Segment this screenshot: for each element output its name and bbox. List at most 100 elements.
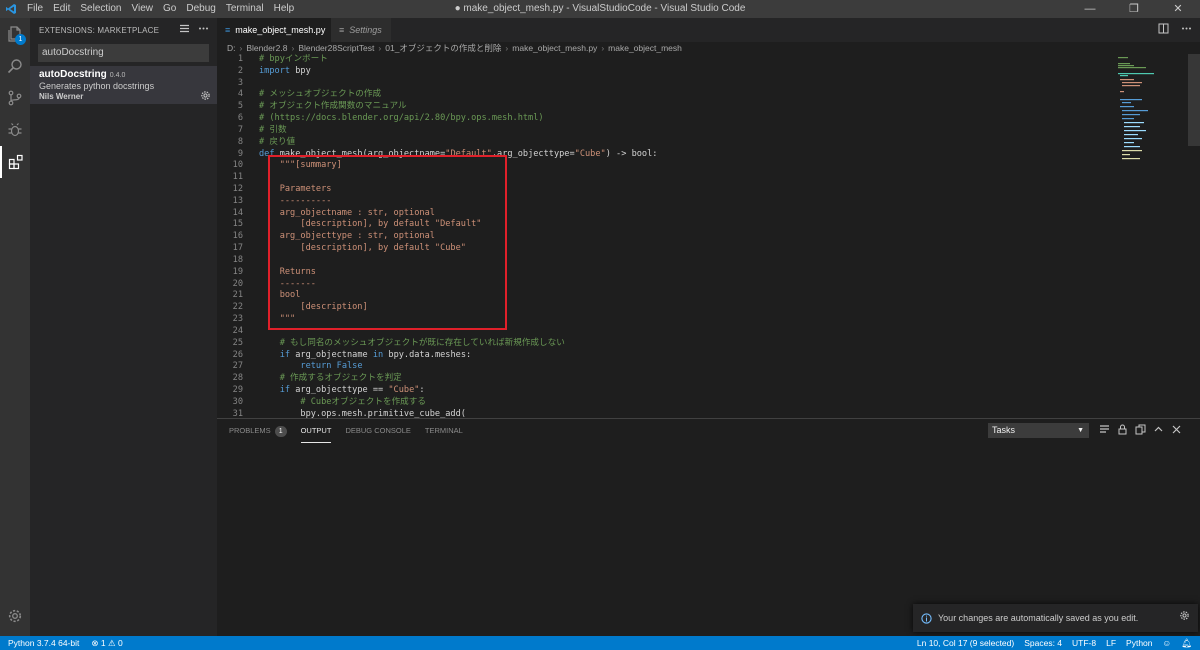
line-number: 25 [232,337,243,348]
notification-message: Your changes are automatically saved as … [938,613,1139,623]
source-control-icon [8,90,22,106]
line-number: 19 [232,266,243,277]
python-interpreter-status[interactable]: Python 3.7.4 64-bit [8,638,79,649]
code-line[interactable]: 4 # メッシュオブジェクトの作成 [217,89,1112,101]
debug-view-button[interactable] [0,114,30,146]
error-count: 1 [100,637,106,648]
filter-icon[interactable] [179,23,190,34]
extension-list-item[interactable]: autoDocstring 0.4.0 Generates python docs… [30,66,217,104]
tab-settings[interactable]: ≡ Settings [331,18,391,42]
window-controls: — ❐ ✕ [1068,0,1200,18]
cursor-position-status[interactable]: Ln 10, Col 17 (9 selected) [917,636,1014,650]
code-line[interactable]: 29 if arg_objecttype == "Cube": [217,385,1112,397]
code-line[interactable]: 30 # Cubeオブジェクトを作成する [217,397,1112,409]
code-line[interactable]: 27 return False [217,361,1112,373]
indentation-status[interactable]: Spaces: 4 [1024,636,1062,650]
line-number: 11 [232,172,243,183]
line-number: 14 [232,207,243,218]
info-icon [921,612,932,624]
menu-help[interactable]: Help [269,0,300,18]
menu-selection[interactable]: Selection [75,0,126,18]
line-text: return False [300,361,363,372]
more-actions-icon[interactable] [198,23,209,34]
code-line[interactable]: 26 if arg_objectname in bpy.data.meshes: [217,350,1112,362]
code-line[interactable]: 25 # もし同名のメッシュオブジェクトが既に存在していれば新規作成しない [217,338,1112,350]
close-window-button[interactable]: ✕ [1156,0,1200,18]
clear-output-icon[interactable] [1099,424,1110,435]
line-number: 21 [232,290,243,301]
line-number: 3 [237,77,243,88]
problems-count-badge: 1 [274,426,287,437]
search-view-button[interactable] [0,50,30,82]
minimize-button[interactable]: — [1068,0,1112,18]
split-editor-icon[interactable] [1158,23,1169,34]
vscode-logo-icon [0,0,22,18]
encoding-status[interactable]: UTF-8 [1072,636,1096,650]
tab-problems[interactable]: PROBLEMS 1 [229,419,287,443]
gear-icon [8,609,22,623]
status-bar: Python 3.7.4 64-bit ⊗ 1 ⚠ 0 Ln 10, Col 1… [0,636,1200,650]
explorer-button[interactable]: 1 [0,18,30,50]
restore-button[interactable]: ❐ [1112,0,1156,18]
breadcrumb-item[interactable]: Blender28ScriptTest [298,42,374,54]
source-control-button[interactable] [0,82,30,114]
minimap[interactable] [1112,54,1188,418]
code-line[interactable]: 7 # 引数 [217,125,1112,137]
line-text: # オブジェクト作成関数のマニュアル [259,101,407,112]
docstring-highlight-box [268,155,507,330]
breadcrumb-item[interactable]: make_object_mesh [608,42,682,54]
tab-make-object-mesh[interactable]: ≡ make_object_mesh.py [217,18,331,42]
extensions-view-button[interactable] [0,146,30,178]
menu-file[interactable]: File [22,0,48,18]
tab-label: PROBLEMS [229,426,271,435]
settings-gear-icon[interactable] [1179,610,1190,621]
line-text: # もし同名のメッシュオブジェクトが既に存在していれば新規作成しない [259,337,565,348]
lock-icon[interactable] [1117,424,1128,435]
code-line[interactable]: 2 import bpy [217,66,1112,78]
more-actions-icon[interactable] [1181,23,1192,34]
code-line[interactable]: 5 # オブジェクト作成関数のマニュアル [217,101,1112,113]
tab-debug-console[interactable]: DEBUG CONSOLE [345,419,410,443]
code-line[interactable]: 28 # 作成するオブジェクトを判定 [217,373,1112,385]
tab-output[interactable]: OUTPUT [300,419,332,443]
chevron-up-icon[interactable] [1153,424,1164,435]
menu-go[interactable]: Go [158,0,181,18]
breadcrumb-item[interactable]: Blender2.8 [246,42,287,54]
copy-icon[interactable] [1135,424,1146,435]
panel-actions [1099,424,1182,435]
breadcrumb-item[interactable]: D: [227,42,236,54]
extensions-icon [8,154,23,170]
menu-terminal[interactable]: Terminal [221,0,269,18]
line-number: 23 [232,314,243,325]
code-line[interactable]: 31 bpy.ops.mesh.primitive_cube_add( [217,409,1112,418]
status-left: Python 3.7.4 64-bit ⊗ 1 ⚠ 0 [0,638,123,649]
bell-icon[interactable]: 🔔︎ [1181,636,1192,650]
line-number: 13 [232,195,243,206]
menu-view[interactable]: View [127,0,159,18]
code-line[interactable]: 1 # bpyインポート [217,54,1112,66]
extension-publisher: Nils Werner [39,92,84,101]
line-number: 22 [232,302,243,313]
extensions-search-input[interactable]: autoDocstring [38,44,209,62]
code-line[interactable]: 8 # 戻り値 [217,137,1112,149]
line-text: # Cubeオブジェクトを作成する [259,396,426,407]
extension-manage-gear-icon[interactable] [200,90,211,101]
problems-status[interactable]: ⊗ 1 ⚠ 0 [91,638,122,649]
feedback-smiley-icon[interactable]: ☺ [1163,636,1172,650]
tab-terminal[interactable]: TERMINAL [425,419,463,443]
menu-edit[interactable]: Edit [48,0,75,18]
output-channel-select[interactable]: Tasks ▼ [988,423,1089,438]
menu-debug[interactable]: Debug [181,0,220,18]
scrollbar-thumb[interactable] [1188,54,1200,146]
error-icon: ⊗ [91,637,99,648]
manage-button[interactable] [0,600,30,632]
breadcrumb-item[interactable]: make_object_mesh.py [512,42,597,54]
code-line[interactable]: 3 [217,78,1112,90]
line-text: # bpyインポート [259,54,328,64]
breadcrumb-item[interactable]: 01_オブジェクトの作成と削除 [385,42,501,54]
eol-status[interactable]: LF [1106,636,1116,650]
close-icon[interactable] [1171,424,1182,435]
code-line[interactable]: 6 # (https://docs.blender.org/api/2.80/bp… [217,113,1112,125]
line-number: 12 [232,184,243,195]
language-mode-status[interactable]: Python [1126,636,1152,650]
